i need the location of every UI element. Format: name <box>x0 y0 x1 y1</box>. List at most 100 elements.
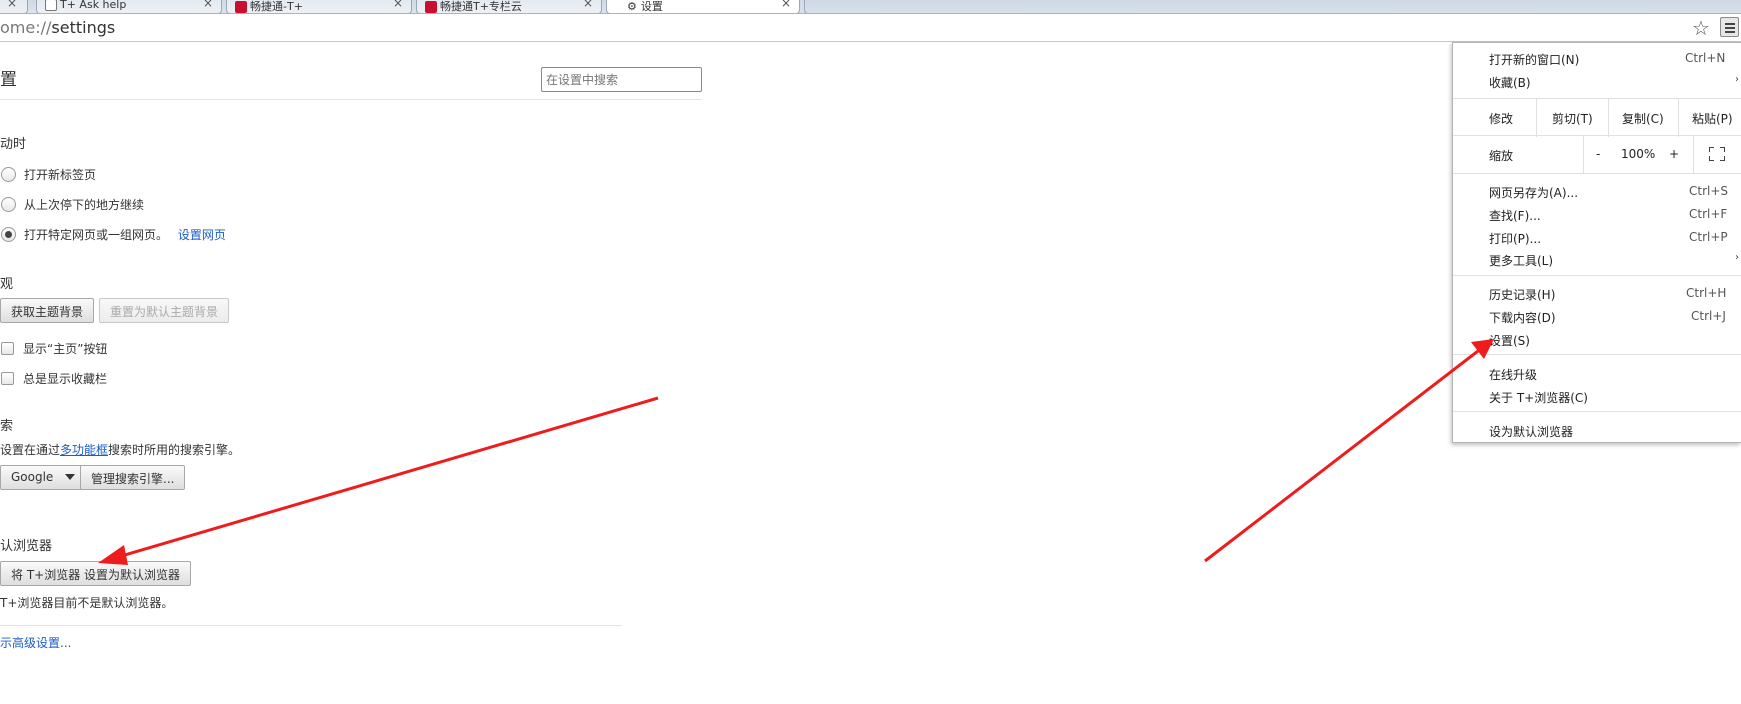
fullscreen-icon[interactable] <box>1709 147 1725 161</box>
option-label: 总是显示收藏栏 <box>23 372 108 386</box>
divider <box>0 625 622 626</box>
menu-button[interactable] <box>1720 17 1739 37</box>
divider <box>1453 275 1741 276</box>
annotation-arrow-settings <box>1204 349 1479 563</box>
menu-item-more-tools[interactable]: 更多工具(L) <box>1489 252 1553 269</box>
edit-row: 修改 剪切(T) 复制(C) 粘贴(P) <box>1453 98 1741 137</box>
hamburger-icon <box>1725 23 1735 25</box>
selected-engine: Google <box>11 470 54 484</box>
show-bookmarks-bar-option[interactable]: 总是显示收藏栏 <box>0 370 107 387</box>
shortcut-label: Ctrl+P <box>1689 230 1728 244</box>
tab-ask-help[interactable]: T+ Ask help × <box>36 0 222 13</box>
fullscreen-icon-corner <box>1709 147 1714 152</box>
close-icon[interactable]: × <box>781 0 791 10</box>
section-default-browser-heading: 认浏览器 <box>0 539 53 554</box>
menu-item-bookmarks[interactable]: 收藏(B) <box>1489 74 1531 91</box>
tab-strip-blurred <box>804 0 1741 13</box>
menu-item-history[interactable]: 历史记录(H) <box>1489 286 1555 303</box>
reset-theme-button[interactable]: 重置为默认主题背景 <box>99 298 230 323</box>
menu-item-downloads[interactable]: 下载内容(D) <box>1489 309 1556 326</box>
bookmark-star-icon[interactable]: ☆ <box>1692 16 1710 40</box>
fullscreen-icon-corner <box>1709 156 1714 161</box>
shortcut-label: Ctrl+F <box>1689 207 1728 221</box>
settings-search-input[interactable] <box>541 67 702 92</box>
tab-label: 设置 <box>640 0 663 13</box>
close-icon[interactable]: × <box>7 0 17 10</box>
get-themes-button[interactable]: 获取主题背景 <box>0 298 95 323</box>
set-default-browser-button[interactable]: 将 T+浏览器 设置为默认浏览器 <box>0 561 192 586</box>
option-label: 打开特定网页或一组网页。 <box>24 228 169 242</box>
chanjet-icon <box>425 1 437 13</box>
zoom-level: 100% <box>1621 147 1656 161</box>
tab-label: T+ Ask help <box>60 0 127 11</box>
copy-button[interactable]: 复制(C) <box>1622 110 1664 127</box>
option-label: 显示“主页”按钮 <box>23 342 108 356</box>
divider <box>1693 136 1694 174</box>
tab-chanjet[interactable]: 畅捷通-T+ × <box>226 0 412 13</box>
close-icon[interactable]: × <box>393 0 403 10</box>
startup-option-new-tab[interactable]: 打开新标签页 <box>0 166 96 183</box>
hamburger-icon-bar <box>1725 27 1735 29</box>
url-path: settings <box>51 18 116 37</box>
startup-option-specific-pages[interactable]: 打开特定网页或一组网页。 设置网页 <box>0 226 226 243</box>
zoom-row: 缩放 - 100% + <box>1453 136 1741 174</box>
divider <box>1536 99 1537 137</box>
tab-partial[interactable]: × <box>0 0 28 13</box>
menu-item-set-default-browser[interactable]: 设为默认浏览器 <box>1489 423 1573 440</box>
menu-item-about[interactable]: 关于 T+浏览器(C) <box>1489 389 1588 406</box>
show-home-button-option[interactable]: 显示“主页”按钮 <box>0 340 107 357</box>
menu-item-save-page[interactable]: 网页另存为(A)... <box>1489 184 1578 201</box>
zoom-out-button[interactable]: - <box>1596 147 1600 161</box>
chevron-right-icon: › <box>1735 74 1739 85</box>
section-startup-heading: 动时 <box>0 137 27 152</box>
gear-icon: ⚙ <box>627 0 637 13</box>
divider <box>1583 136 1584 174</box>
menu-item-settings[interactable]: 设置(S) <box>1489 332 1530 349</box>
shortcut-label: Ctrl+H <box>1686 286 1727 300</box>
close-icon[interactable]: × <box>583 0 593 10</box>
menu-item-find[interactable]: 查找(F)... <box>1489 207 1541 224</box>
radio-button[interactable] <box>1 197 16 212</box>
paste-button[interactable]: 粘贴(P) <box>1692 110 1733 127</box>
manage-search-engines-button[interactable]: 管理搜索引擎... <box>80 465 186 490</box>
startup-option-continue[interactable]: 从上次停下的地方继续 <box>0 196 144 213</box>
divider <box>1608 99 1609 137</box>
omnibox-link[interactable]: 多功能框 <box>60 443 108 457</box>
radio-button[interactable] <box>1 167 16 182</box>
fullscreen-icon-corner <box>1720 156 1725 161</box>
section-search-heading: 索 <box>0 419 14 434</box>
search-desc-text: 设置在通过 <box>0 443 61 457</box>
show-advanced-settings-link[interactable]: 示高级设置... <box>0 634 71 651</box>
checkbox[interactable] <box>1 372 14 385</box>
divider <box>0 99 702 100</box>
tab-label: 畅捷通-T+ <box>250 0 303 13</box>
radio-button-selected[interactable] <box>1 227 16 242</box>
search-engine-select[interactable]: Google <box>0 465 87 490</box>
menu-item-upgrade[interactable]: 在线升级 <box>1489 366 1537 383</box>
cut-button[interactable]: 剪切(T) <box>1552 110 1593 127</box>
page-icon <box>45 0 57 11</box>
zoom-in-button[interactable]: + <box>1669 147 1679 161</box>
divider <box>1678 99 1679 137</box>
address-bar[interactable]: ome://settings <box>0 18 115 37</box>
url-scheme: ome:// <box>0 18 52 37</box>
browser-menu: 打开新的窗口(N) Ctrl+N 收藏(B) › 修改 剪切(T) 复制(C) … <box>1452 42 1741 443</box>
set-pages-link[interactable]: 设置网页 <box>178 228 226 242</box>
chevron-down-icon <box>65 474 76 480</box>
toolbar: ome://settings ☆ <box>0 14 1741 42</box>
shortcut-label: Ctrl+S <box>1689 184 1729 198</box>
menu-item-print[interactable]: 打印(P)... <box>1489 230 1541 247</box>
option-label: 打开新标签页 <box>24 168 97 182</box>
chanjet-icon <box>235 1 247 13</box>
page-title: 置 <box>0 70 17 90</box>
close-icon[interactable]: × <box>203 0 213 10</box>
tab-chanjet-column[interactable]: 畅捷通T+专栏云 × <box>416 0 602 13</box>
tab-label: 畅捷通T+专栏云 <box>440 0 522 13</box>
divider <box>1453 354 1741 355</box>
shortcut-label: Ctrl+N <box>1685 51 1726 65</box>
menu-item-new-window[interactable]: 打开新的窗口(N) <box>1489 51 1579 68</box>
shortcut-label: Ctrl+J <box>1691 309 1726 323</box>
chevron-right-icon: › <box>1735 252 1739 263</box>
tab-settings[interactable]: ⚙ 设置 × <box>606 0 800 13</box>
checkbox[interactable] <box>1 342 14 355</box>
